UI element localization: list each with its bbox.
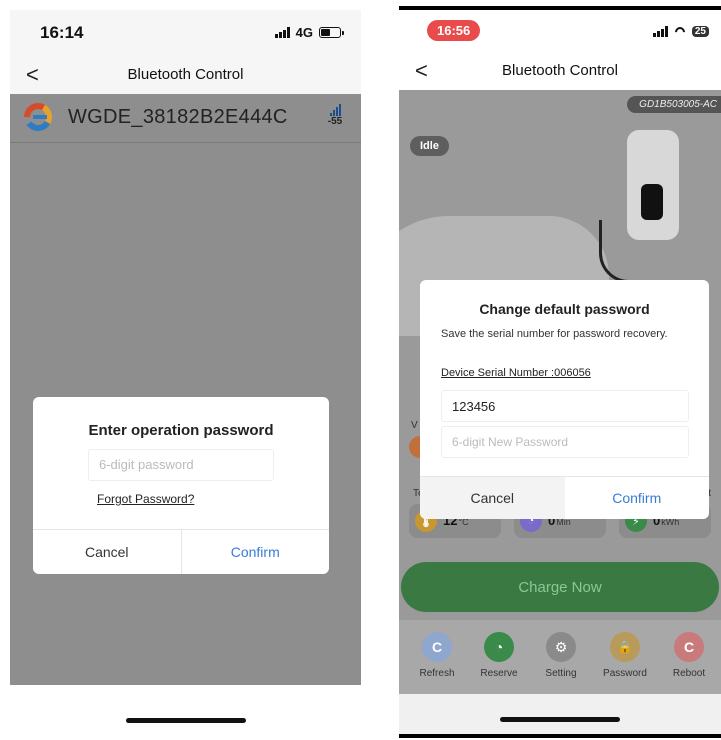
status-time: 16:14 — [40, 23, 84, 42]
status-badge: Idle — [410, 136, 449, 156]
password-input[interactable]: 6-digit password — [88, 449, 274, 481]
gear-icon: ⚙ — [546, 632, 576, 662]
network-type: 4G — [295, 25, 313, 40]
battery-icon — [319, 27, 344, 38]
confirm-button[interactable]: Confirm — [182, 530, 330, 574]
right-phone-screen: 16:56 25 < Bluetooth Control GD1B503005-… — [399, 6, 721, 738]
cancel-button[interactable]: Cancel — [420, 477, 565, 519]
home-indicator[interactable] — [125, 718, 246, 723]
charger-handle — [641, 184, 663, 220]
refresh-icon: C — [422, 632, 452, 662]
nav-label: Setting — [545, 668, 577, 679]
brand-logo-icon — [24, 103, 52, 131]
reboot-icon: C — [674, 632, 704, 662]
nav-bar: < Bluetooth Control — [399, 50, 721, 90]
signal-icon — [652, 26, 668, 37]
nav-bar: < Bluetooth Control — [10, 54, 361, 94]
cancel-button[interactable]: Cancel — [33, 530, 182, 574]
charge-now-button[interactable]: Charge Now — [401, 562, 719, 612]
change-password-dialog: Change default password Save the serial … — [420, 280, 709, 519]
dialog-title: Change default password — [479, 301, 650, 317]
serial-number: Device Serial Number :006056 — [441, 367, 591, 379]
home-area — [399, 694, 721, 734]
home-indicator[interactable] — [500, 717, 620, 722]
nav-label: Password — [603, 668, 647, 679]
device-selector[interactable]: GD1B503005-AC — [627, 96, 721, 113]
wifi-icon — [674, 27, 686, 37]
password-button[interactable]: 🔒 Password — [597, 632, 653, 679]
modal-backdrop: WGDE_38182B2E444C -55 Enter operation pa… — [10, 94, 361, 735]
setting-button[interactable]: ⚙ Setting — [533, 632, 589, 679]
page-title: Bluetooth Control — [127, 65, 244, 83]
status-time: 16:56 — [427, 20, 481, 41]
status-icons: 25 — [652, 26, 709, 37]
status-icons: 4G — [274, 25, 344, 40]
nav-label: Refresh — [419, 668, 455, 679]
rssi-indicator: -55 — [323, 104, 347, 127]
battery-level: 25 — [691, 26, 709, 37]
back-button[interactable]: < — [415, 58, 428, 84]
clock-icon: ◔ — [484, 632, 514, 662]
dialog-description: Save the serial number for password reco… — [441, 328, 668, 340]
left-phone-screen: 16:14 4G < Bluetooth Control WGDE_38182B… — [10, 10, 361, 735]
dialog-buttons: Cancel Confirm — [420, 476, 709, 519]
confirm-button[interactable]: Confirm — [565, 477, 710, 519]
frame-bottom — [399, 734, 721, 738]
password-dialog: Enter operation password 6-digit passwor… — [33, 397, 329, 574]
signal-strength-icon — [323, 104, 347, 116]
home-area — [10, 685, 361, 735]
charger-dashboard: GD1B503005-AC Idle V Te t 🌡 12°C ◔ 0Min … — [399, 90, 721, 734]
nav-label: Reboot — [672, 668, 706, 679]
reboot-button[interactable]: C Reboot — [661, 632, 717, 679]
nav-label: Reserve — [480, 668, 518, 679]
new-password-input[interactable]: 6-digit New Password — [441, 426, 689, 458]
signal-icon — [274, 27, 290, 38]
stat-label-partial: V — [411, 420, 418, 431]
lock-icon: 🔒 — [610, 632, 640, 662]
rssi-value: -55 — [327, 116, 343, 127]
current-password-input[interactable]: 123456 — [441, 390, 689, 422]
page-title: Bluetooth Control — [502, 61, 618, 79]
refresh-button[interactable]: C Refresh — [409, 632, 465, 679]
dialog-buttons: Cancel Confirm — [33, 529, 329, 574]
forgot-password-link[interactable]: Forgot Password? — [97, 492, 194, 506]
back-button[interactable]: < — [26, 62, 39, 88]
status-bar: 16:56 25 — [399, 10, 721, 50]
device-list-item[interactable]: WGDE_38182B2E444C -55 — [10, 94, 361, 143]
status-bar: 16:14 4G — [10, 10, 361, 54]
reserve-button[interactable]: ◔ Reserve — [471, 632, 527, 679]
device-name: WGDE_38182B2E444C — [68, 106, 288, 128]
bottom-toolbar: C Refresh ◔ Reserve ⚙ Setting 🔒 Password… — [399, 620, 721, 700]
dialog-title: Enter operation password — [88, 422, 274, 439]
